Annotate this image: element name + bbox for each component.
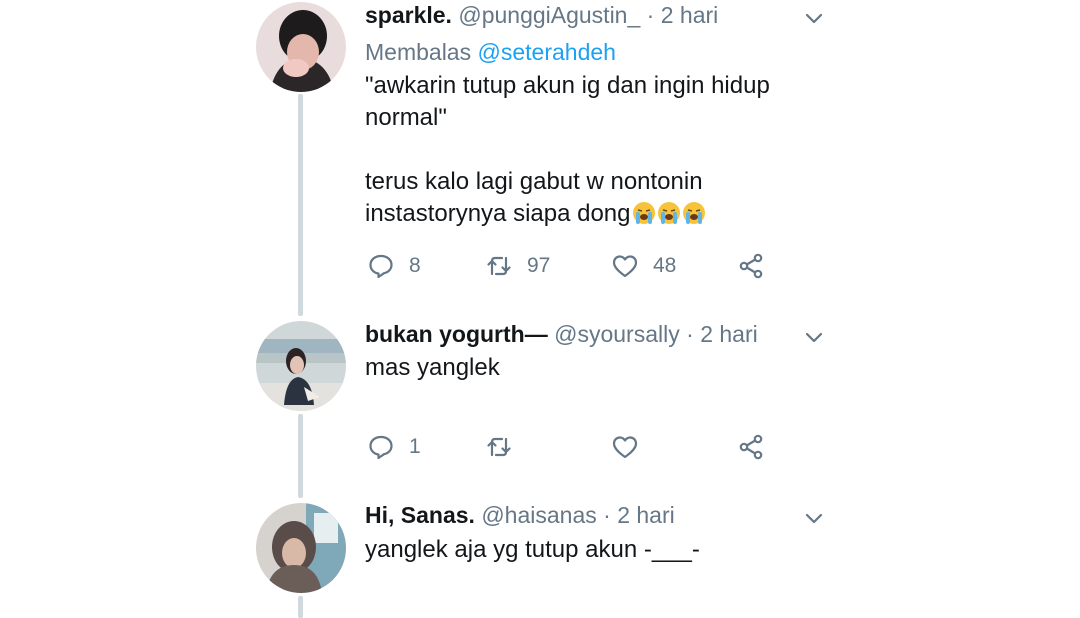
chevron-down-icon[interactable] (802, 506, 826, 530)
like-icon (611, 433, 639, 461)
loudly-crying-face-icon (682, 201, 706, 225)
tweet-actions: 1 (365, 432, 785, 462)
retweet-button[interactable]: 97 (485, 251, 550, 281)
tweet-text-blank-line (365, 134, 770, 166)
tweet-header: sparkle. @punggiAgustin_ · 2 hari (365, 2, 718, 29)
loudly-crying-face-icon (632, 201, 656, 225)
tweet-header: Hi, Sanas. @haisanas · 2 hari (365, 502, 675, 529)
username[interactable]: @syoursally (554, 321, 680, 347)
separator-dot: · (603, 502, 611, 528)
timestamp[interactable]: 2 hari (617, 502, 675, 528)
reply-icon (367, 433, 395, 461)
reply-count: 1 (409, 435, 421, 458)
like-button[interactable]: 48 (611, 251, 676, 281)
timestamp[interactable]: 2 hari (700, 321, 758, 347)
tweet-text: yanglek aja yg tutup akun -___- (365, 534, 700, 566)
tweet-text-line-content: instastorynya siapa dong (365, 200, 631, 227)
tweet[interactable]: sparkle. @punggiAgustin_ · 2 hari Membal… (0, 0, 1080, 300)
retweet-icon (485, 433, 513, 461)
chevron-down-icon[interactable] (802, 6, 826, 30)
tweet-text-line: "awkarin tutup akun ig dan ingin hidup (365, 72, 770, 99)
tweet[interactable]: bukan yogurth— @syoursally · 2 hari mas … (0, 318, 1080, 488)
tweet-text-line: yanglek aja yg tutup akun -___- (365, 536, 700, 563)
share-icon (737, 252, 765, 280)
replying-to: Membalas @seterahdeh (365, 39, 616, 66)
retweet-button[interactable] (485, 432, 527, 462)
reply-button[interactable]: 8 (367, 251, 421, 281)
like-count: 48 (653, 254, 677, 277)
chevron-down-icon[interactable] (802, 325, 826, 349)
reply-button[interactable]: 1 (367, 432, 421, 462)
replying-prefix: Membalas (365, 39, 472, 65)
tweet-header: bukan yogurth— @syoursally · 2 hari (365, 321, 758, 348)
reply-icon (367, 252, 395, 280)
share-button[interactable] (737, 432, 765, 462)
like-button[interactable] (611, 432, 653, 462)
username[interactable]: @haisanas (481, 502, 596, 528)
tweet-text: mas yanglek (365, 352, 500, 384)
avatar[interactable] (256, 321, 346, 411)
display-name[interactable]: bukan yogurth— (365, 321, 548, 347)
retweet-icon (485, 252, 513, 280)
timestamp[interactable]: 2 hari (661, 2, 719, 28)
reply-count: 8 (409, 254, 421, 277)
avatar[interactable] (256, 2, 346, 92)
tweet[interactable]: Hi, Sanas. @haisanas · 2 hari yanglek aj… (0, 500, 1080, 618)
tweet-text-line: terus kalo lagi gabut w nontonin (365, 168, 703, 195)
username[interactable]: @punggiAgustin_ (458, 2, 640, 28)
separator-dot: · (686, 321, 694, 347)
tweet-text-line: mas yanglek (365, 354, 500, 381)
tweet-text-line: normal" (365, 104, 447, 131)
mention-link[interactable]: @seterahdeh (478, 39, 616, 65)
like-icon (611, 252, 639, 280)
display-name[interactable]: Hi, Sanas. (365, 502, 475, 528)
share-icon (737, 433, 765, 461)
share-button[interactable] (737, 251, 765, 281)
tweet-text: "awkarin tutup akun ig dan ingin hidup n… (365, 70, 770, 230)
tweet-text-line: instastorynya siapa dong (365, 198, 770, 230)
tweet-actions: 8 97 48 (365, 251, 785, 281)
separator-dot: · (646, 2, 655, 28)
retweet-count: 97 (527, 254, 551, 277)
avatar[interactable] (256, 503, 346, 593)
loudly-crying-face-icon (657, 201, 681, 225)
display-name[interactable]: sparkle. (365, 2, 452, 28)
